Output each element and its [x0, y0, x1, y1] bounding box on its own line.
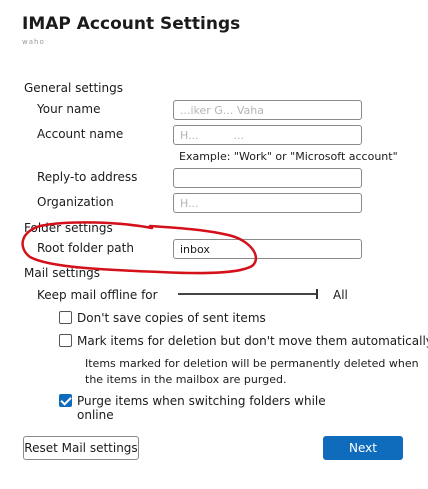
mail-settings-heading: Mail settings — [24, 266, 101, 280]
reset-mail-settings-button[interactable]: Reset Mail settings — [23, 436, 139, 460]
your-name-label: Your name — [37, 102, 101, 116]
general-settings-heading: General settings — [24, 81, 123, 95]
organization-label: Organization — [37, 195, 114, 209]
account-name-field[interactable] — [173, 125, 362, 145]
purge-label: Purge items when switching folders while… — [77, 394, 326, 422]
dont-save-sent-option[interactable]: Don't save copies of sent items — [59, 310, 359, 326]
dialog-title: IMAP Account Settings — [22, 14, 241, 34]
mark-deletion-label: Mark items for deletion but don't move t… — [77, 334, 428, 348]
account-name-hint: Example: "Work" or "Microsoft account" — [179, 150, 398, 163]
dont-save-sent-checkbox[interactable] — [59, 311, 72, 324]
dialog-subtitle: waho — [22, 38, 45, 46]
mark-deletion-option[interactable]: Mark items for deletion but don't move t… — [59, 333, 428, 349]
offline-label: Keep mail offline for — [37, 288, 158, 302]
offline-slider-track — [178, 293, 318, 295]
reply-to-field[interactable] — [173, 168, 362, 188]
offline-slider-thumb[interactable] — [316, 289, 318, 299]
offline-slider[interactable] — [178, 288, 320, 300]
organization-field[interactable] — [173, 193, 362, 213]
mark-deletion-note-line2: the items in the mailbox are purged. — [85, 373, 287, 386]
folder-settings-heading: Folder settings — [24, 221, 113, 235]
dont-save-sent-label: Don't save copies of sent items — [77, 311, 266, 325]
next-button[interactable]: Next — [323, 436, 403, 460]
mark-deletion-checkbox[interactable] — [59, 334, 72, 347]
purge-option[interactable]: Purge items when switching folders while… — [59, 393, 359, 422]
mark-deletion-note-line1: Items marked for deletion will be perman… — [85, 357, 419, 370]
account-name-label: Account name — [37, 127, 124, 141]
your-name-field[interactable] — [173, 100, 362, 120]
root-folder-label: Root folder path — [37, 241, 134, 255]
root-folder-field[interactable] — [173, 239, 362, 259]
offline-value: All — [333, 288, 348, 302]
reply-to-label: Reply-to address — [37, 170, 138, 184]
purge-checkbox[interactable] — [59, 394, 72, 407]
